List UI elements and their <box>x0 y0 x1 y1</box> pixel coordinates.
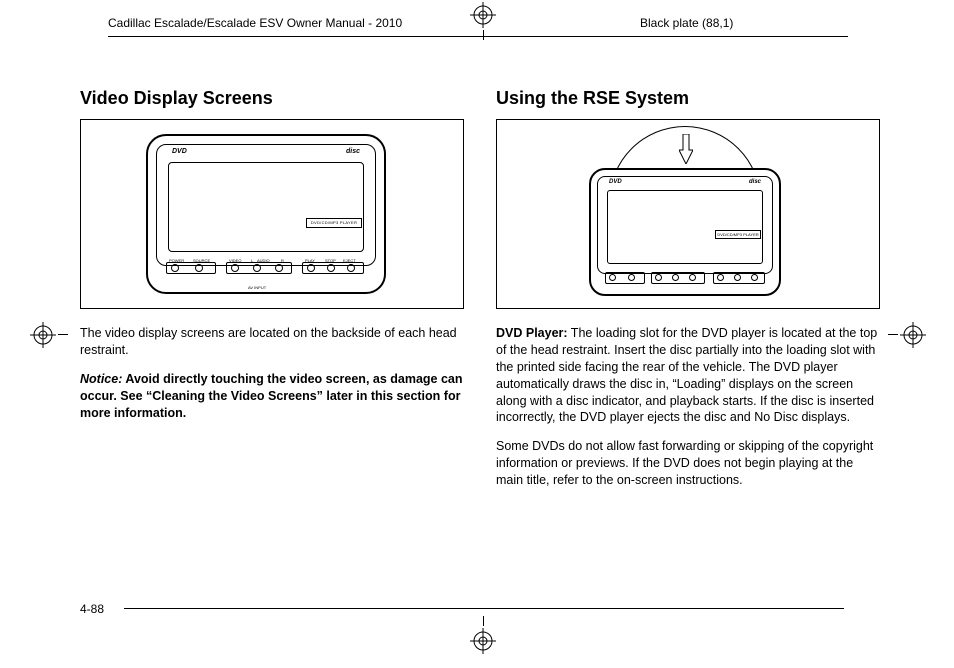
figure-rse-system: DVD disc DVD/CD/MP3 PLAYER <box>496 119 880 309</box>
notice-body: Avoid directly touching the video screen… <box>80 372 463 420</box>
button-icon <box>734 274 741 281</box>
button-icon <box>171 264 179 272</box>
ctrl-label-eject: EJECT <box>343 258 356 263</box>
header-manual-title: Cadillac Escalade/Escalade ESV Owner Man… <box>108 16 402 30</box>
player-label: DVD/CD/MP3 PLAYER <box>306 218 362 228</box>
notice-label: Notice: <box>80 372 122 386</box>
left-column: Video Display Screens DVD disc DVD/CD/MP… <box>80 70 464 501</box>
jack-icon <box>231 264 239 272</box>
page-number: 4-88 <box>80 602 104 616</box>
device-controls-row <box>605 272 765 288</box>
disc-logo: disc <box>749 179 761 187</box>
jack-icon <box>253 264 261 272</box>
button-icon <box>609 274 616 281</box>
insert-disc-arrow-icon <box>679 134 693 164</box>
control-group-transport: PLAY STOP EJECT <box>302 262 364 274</box>
button-icon <box>717 274 724 281</box>
page-body: Video Display Screens DVD disc DVD/CD/MP… <box>80 70 880 501</box>
device-top-logos: DVD disc <box>172 148 360 158</box>
paragraph: The video display screens are located on… <box>80 325 464 359</box>
button-icon <box>195 264 203 272</box>
jack-icon <box>275 264 283 272</box>
jack-icon <box>655 274 662 281</box>
ctrl-label-stop: STOP <box>325 258 336 263</box>
jack-icon <box>689 274 696 281</box>
jack-icon <box>672 274 679 281</box>
control-group-av: VIDEO L AUDIO R <box>226 262 292 274</box>
notice-paragraph: Notice: Avoid directly touching the vide… <box>80 371 464 422</box>
section-heading-rse: Using the RSE System <box>496 88 880 109</box>
registration-mark-left <box>30 322 56 348</box>
device-controls-row: POWER SOURCE VIDEO L AUDIO R <box>166 262 366 284</box>
device-screen <box>168 162 364 252</box>
ctrl-label-av-input: AV INPUT <box>248 285 266 290</box>
dvd-logo: DVD <box>609 179 622 187</box>
header-rule <box>108 36 848 37</box>
right-column: Using the RSE System DVD disc DVD/CD/MP3… <box>496 70 880 501</box>
section-heading-video-display: Video Display Screens <box>80 88 464 109</box>
dvd-logo: DVD <box>172 148 187 158</box>
button-icon <box>307 264 315 272</box>
header-plate-info: Black plate (88,1) <box>640 16 733 30</box>
paragraph-body: The loading slot for the DVD player is l… <box>496 326 877 424</box>
paragraph-dvd-player: DVD Player: The loading slot for the DVD… <box>496 325 880 426</box>
button-icon <box>751 274 758 281</box>
page-header: Cadillac Escalade/Escalade ESV Owner Man… <box>0 12 954 40</box>
ctrl-label-power: POWER <box>169 258 184 263</box>
registration-mark-right <box>900 322 926 348</box>
ctrl-label-audio: AUDIO <box>257 258 270 263</box>
control-group <box>651 272 705 284</box>
button-icon <box>347 264 355 272</box>
device-screen <box>607 190 763 264</box>
crop-tick <box>58 334 68 335</box>
device-outline: DVD disc DVD/CD/MP3 PLAYER <box>589 168 781 296</box>
paragraph: Some DVDs do not allow fast forwarding o… <box>496 438 880 489</box>
device-top-logos: DVD disc <box>609 179 761 187</box>
figure-video-display-screen: DVD disc DVD/CD/MP3 PLAYER POWER SOURCE <box>80 119 464 309</box>
ctrl-label-video: VIDEO <box>229 258 241 263</box>
device-outline: DVD disc DVD/CD/MP3 PLAYER POWER SOURCE <box>146 134 386 294</box>
footer-rule <box>124 608 844 609</box>
ctrl-label-source: SOURCE <box>193 258 210 263</box>
ctrl-label-play: PLAY <box>305 258 315 263</box>
ctrl-label-l: L <box>251 258 253 263</box>
crop-tick <box>888 334 898 335</box>
crop-tick <box>483 616 484 626</box>
button-icon <box>327 264 335 272</box>
run-in-label: DVD Player: <box>496 326 568 340</box>
registration-mark-bottom <box>470 628 496 654</box>
disc-logo: disc <box>346 148 360 158</box>
control-group-power-source: POWER SOURCE <box>166 262 216 274</box>
control-group <box>605 272 645 284</box>
control-group <box>713 272 765 284</box>
player-label: DVD/CD/MP3 PLAYER <box>715 230 761 239</box>
ctrl-label-r: R <box>281 258 284 263</box>
button-icon <box>628 274 635 281</box>
